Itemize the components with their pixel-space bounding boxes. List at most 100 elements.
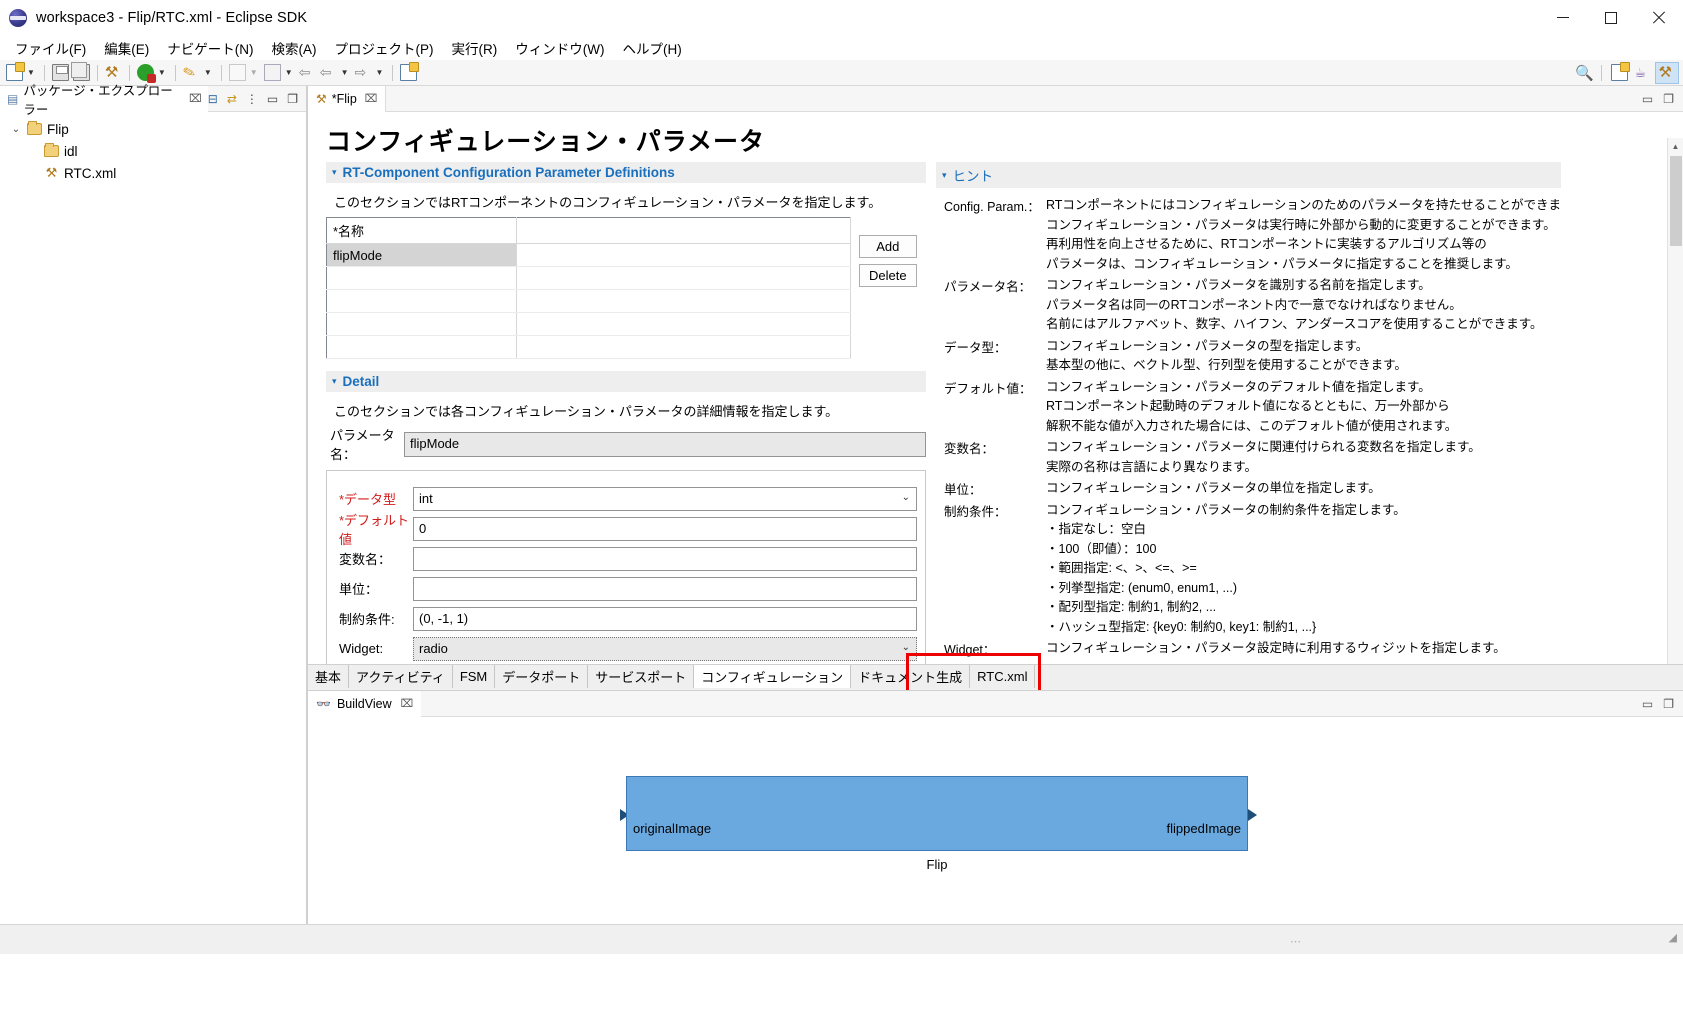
close-icon[interactable]: ⌧ <box>401 697 414 710</box>
cell-name[interactable] <box>326 266 517 290</box>
editor-vertical-scrollbar[interactable]: ▲ ▼ <box>1667 138 1683 664</box>
scroll-up-icon[interactable]: ▲ <box>1668 138 1683 154</box>
tab-configuration[interactable]: コンフィギュレーション <box>694 665 852 688</box>
data-type-combo[interactable]: int ⌄ <box>413 486 917 511</box>
status-drag-handle[interactable]: ⋯ <box>1290 935 1302 948</box>
tab-buildview[interactable]: 👓 BuildView ⌧ <box>308 690 422 717</box>
new-editor-button[interactable] <box>398 62 420 84</box>
search-button[interactable]: 🔍 <box>1573 62 1596 84</box>
outport-marker-icon[interactable] <box>1248 809 1257 821</box>
maximize-icon[interactable]: ❐ <box>1663 697 1674 711</box>
forward-dropdown-arrow-icon[interactable]: ▼ <box>376 68 384 77</box>
table-row[interactable] <box>326 266 851 290</box>
chevron-down-icon[interactable]: ⌄ <box>902 492 910 503</box>
open-perspective-button[interactable] <box>1607 62 1631 84</box>
close-icon[interactable]: ⌧ <box>365 92 378 105</box>
tab-rtcxml[interactable]: RTC.xml <box>970 665 1036 688</box>
menu-file[interactable]: ファイル(F) <box>6 36 95 60</box>
buildview-canvas[interactable]: originalImage flippedImage Flip <box>308 717 1683 924</box>
new-button[interactable] <box>4 62 25 84</box>
tab-basic[interactable]: 基本 <box>308 665 350 688</box>
close-icon[interactable]: ⌧ <box>189 92 202 105</box>
menu-search[interactable]: 検索(A) <box>263 36 326 60</box>
minimize-button[interactable] <box>1539 0 1587 36</box>
tree-item-idl[interactable]: idl <box>4 140 306 162</box>
parameter-table[interactable]: *名称 flipMode <box>326 217 851 359</box>
tab-dataport[interactable]: データポート <box>495 665 589 688</box>
forward-button[interactable]: ⇨ <box>353 62 374 84</box>
menu-navigate[interactable]: ナビゲート(N) <box>158 36 262 60</box>
maximize-button[interactable] <box>1587 0 1635 36</box>
detail-section-header[interactable]: ▾ Detail <box>326 371 926 392</box>
chevron-down-icon[interactable]: ⌄ <box>902 642 910 653</box>
back-dropdown-arrow-icon[interactable]: ▼ <box>341 68 349 77</box>
table-row[interactable] <box>326 312 851 336</box>
link-with-editor-icon[interactable]: ⇄ <box>227 92 237 106</box>
back-button[interactable]: ⇦ <box>318 62 339 84</box>
menu-project[interactable]: プロジェクト(P) <box>326 36 443 60</box>
previous-edit-button[interactable]: ⇦ <box>297 62 318 84</box>
scrollbar-thumb[interactable] <box>1670 156 1682 246</box>
chevron-down-icon[interactable]: ▾ <box>332 167 337 178</box>
chevron-down-icon[interactable]: ⌄ <box>10 124 22 135</box>
maximize-icon[interactable]: ❐ <box>287 92 298 106</box>
menu-window[interactable]: ウィンドウ(W) <box>506 36 613 60</box>
unit-input[interactable] <box>413 576 917 601</box>
tab-document[interactable]: ドキュメント生成 <box>851 665 971 688</box>
tree-item-rtcxml[interactable]: ⚒ RTC.xml <box>4 162 306 184</box>
menu-edit[interactable]: 編集(E) <box>95 36 158 60</box>
collapse-all-icon[interactable]: ⊟ <box>208 92 218 106</box>
widget-combo[interactable]: radio ⌄ <box>413 636 917 661</box>
debug-button[interactable]: ✎ <box>181 62 202 84</box>
cell-value[interactable] <box>516 266 851 290</box>
menu-help[interactable]: ヘルプ(H) <box>613 36 690 60</box>
tab-activity[interactable]: アクティビティ <box>349 665 453 688</box>
cell-value[interactable] <box>516 243 851 267</box>
cell-value[interactable] <box>516 289 851 313</box>
cell-value[interactable] <box>516 312 851 336</box>
definitions-section-header[interactable]: ▾ RT-Component Configuration Parameter D… <box>326 162 926 183</box>
run-dropdown-arrow-icon[interactable]: ▼ <box>158 68 166 77</box>
minimize-icon[interactable]: ▭ <box>1642 697 1653 711</box>
chevron-down-icon[interactable]: ▾ <box>942 170 947 181</box>
cell-name[interactable] <box>326 289 517 313</box>
table-row[interactable]: flipMode <box>326 243 851 267</box>
minimize-icon[interactable]: ▭ <box>1642 92 1653 106</box>
constraint-input[interactable]: (0, -1, 1) <box>413 606 917 631</box>
column-header-value[interactable] <box>516 217 851 244</box>
next-annotation-button[interactable] <box>262 62 283 84</box>
minimize-icon[interactable]: ▭ <box>267 92 278 106</box>
tab-flip-editor[interactable]: ⚒ *Flip ⌧ <box>308 85 387 112</box>
external-tools-button[interactable] <box>227 62 248 84</box>
table-row[interactable] <box>326 335 851 359</box>
tree-item-flip[interactable]: ⌄ Flip <box>4 118 306 140</box>
add-button[interactable]: Add <box>859 235 917 258</box>
view-menu-icon[interactable]: ⋮ <box>246 92 258 106</box>
external-tools-dropdown-arrow-icon[interactable]: ▼ <box>250 68 258 77</box>
chevron-down-icon[interactable]: ▾ <box>332 376 337 387</box>
close-button[interactable] <box>1635 0 1683 36</box>
cell-value[interactable] <box>516 335 851 359</box>
column-header-name[interactable]: *名称 <box>326 217 517 244</box>
rtc-perspective-button[interactable]: ⚒ <box>1655 61 1679 84</box>
tab-fsm[interactable]: FSM <box>452 665 496 688</box>
param-name-input[interactable]: flipMode <box>404 431 926 457</box>
tab-package-explorer[interactable]: ▤ パッケージ・エクスプローラー ⌧ <box>0 84 208 117</box>
delete-button[interactable]: Delete <box>859 264 917 287</box>
cell-name[interactable]: flipMode <box>326 243 517 267</box>
hint-section-header[interactable]: ▾ ヒント <box>936 162 1561 188</box>
tab-serviceport[interactable]: サービスポート <box>588 665 695 688</box>
menu-run[interactable]: 実行(R) <box>443 36 507 60</box>
maximize-icon[interactable]: ❐ <box>1663 92 1674 106</box>
java-perspective-button[interactable]: ☕ <box>1631 62 1655 84</box>
new-dropdown-arrow-icon[interactable]: ▼ <box>27 68 35 77</box>
table-row[interactable] <box>326 289 851 313</box>
next-annotation-dropdown-arrow-icon[interactable]: ▼ <box>285 68 293 77</box>
resize-grip-icon[interactable]: ◢ <box>1669 931 1677 944</box>
default-value-input[interactable]: 0 <box>413 516 917 541</box>
cell-name[interactable] <box>326 312 517 336</box>
rtc-component-box[interactable]: originalImage flippedImage <box>626 776 1248 851</box>
variable-name-input[interactable] <box>413 546 917 571</box>
cell-name[interactable] <box>326 335 517 359</box>
debug-dropdown-arrow-icon[interactable]: ▼ <box>204 68 212 77</box>
